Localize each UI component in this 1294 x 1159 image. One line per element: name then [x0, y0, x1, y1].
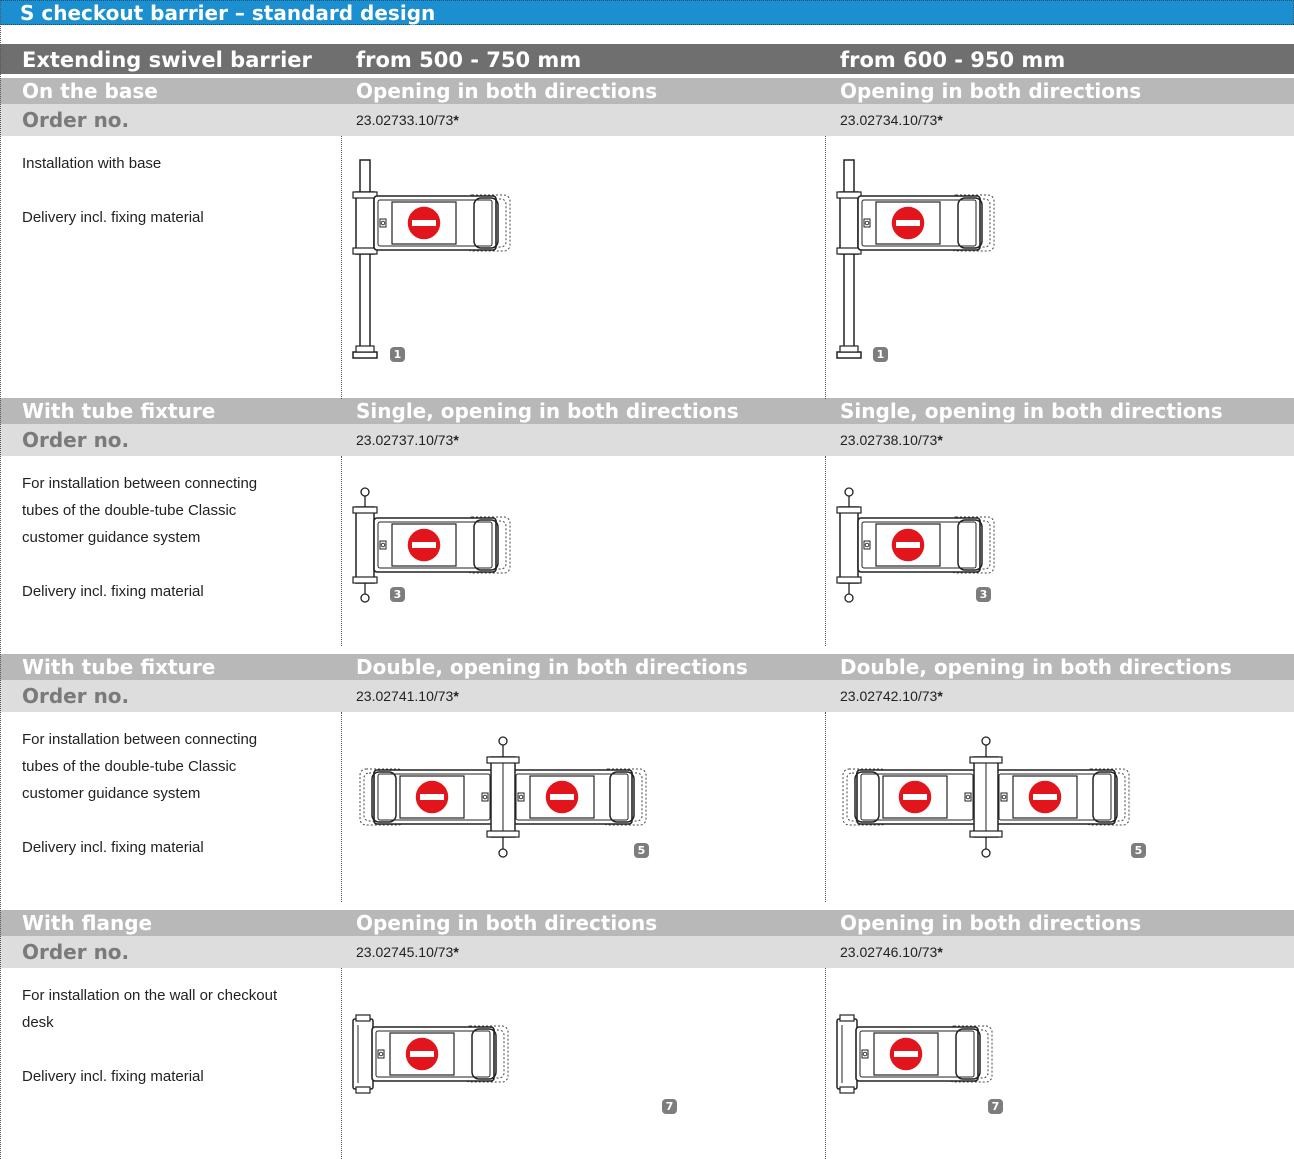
description-line: For installation between connecting	[22, 475, 258, 492]
description-line: Delivery incl. fixing material	[22, 209, 204, 226]
description-line: Delivery incl. fixing material	[22, 1068, 204, 1085]
description-line: For installation on the wall or checkout	[22, 987, 278, 1004]
left-border-line	[0, 0, 1, 1159]
opening-col2-label: Opening in both directions	[356, 911, 658, 935]
order-number-col3: 23.02734.10/73*	[840, 104, 943, 136]
description-line: For installation between connecting	[22, 731, 258, 748]
table-title: S checkout barrier – standard design	[20, 1, 436, 25]
header-col1: Extending swivel barrier	[22, 48, 312, 72]
opening-col3-label: Double, opening in both directions	[840, 655, 1232, 679]
order-no-label: Order no.	[22, 940, 130, 964]
order-number-col2: 23.02737.10/73*	[356, 424, 459, 456]
barrier-on-base-drawing	[352, 159, 511, 359]
section-description: For installation on the wall or checkout…	[22, 982, 322, 1090]
description-line: tubes of the double-tube Classic	[22, 758, 237, 775]
column-divider	[341, 968, 342, 1159]
description-line: desk	[22, 1014, 54, 1031]
order-band: Order no. 23.02745.10/73* 23.02746.10/73*	[0, 936, 1294, 968]
order-number-text: 23.02738.10/73	[840, 432, 938, 448]
description-line	[22, 177, 322, 204]
description-line: customer guidance system	[22, 785, 201, 802]
column-divider	[341, 136, 342, 399]
order-number-asterisk: *	[937, 112, 943, 128]
column-divider	[825, 712, 826, 902]
description-line	[22, 1036, 322, 1063]
barrier-double-tube-fixture-drawing	[842, 736, 1130, 858]
column-header-band: Extending swivel barrier from 500 - 750 …	[0, 44, 1294, 74]
column-divider	[825, 968, 826, 1159]
order-band: Order no. 23.02741.10/73* 23.02742.10/73*	[0, 680, 1294, 712]
barrier-flange-drawing	[836, 1014, 993, 1094]
figure-number-badge: 7	[662, 1099, 677, 1114]
description-line: Installation with base	[22, 155, 162, 172]
order-number-text: 23.02733.10/73	[356, 112, 454, 128]
section-description: For installation between connecting tubes…	[22, 470, 322, 605]
order-number-asterisk: *	[453, 688, 459, 704]
column-divider	[825, 456, 826, 646]
opening-col3-label: Single, opening in both directions	[840, 399, 1223, 423]
section-band: With tube fixture Single, opening in both…	[0, 398, 1294, 424]
mount-type-label: On the base	[22, 79, 158, 103]
order-number-asterisk: *	[453, 112, 459, 128]
order-number-asterisk: *	[453, 432, 459, 448]
order-band: Order no. 23.02733.10/73* 23.02734.10/73*	[0, 104, 1294, 136]
column-divider	[825, 136, 826, 399]
barrier-single-tube-fixture-drawing	[836, 487, 995, 603]
opening-col2-label: Single, opening in both directions	[356, 399, 739, 423]
section-band: With flange Opening in both directions Ope…	[0, 910, 1294, 936]
order-number-col3: 23.02738.10/73*	[840, 424, 943, 456]
order-number-text: 23.02746.10/73	[840, 944, 938, 960]
section-band: With tube fixture Double, opening in both…	[0, 654, 1294, 680]
barrier-flange-drawing	[352, 1014, 509, 1094]
order-no-label: Order no.	[22, 684, 130, 708]
opening-col2-label: Double, opening in both directions	[356, 655, 748, 679]
column-divider	[341, 712, 342, 902]
description-line: Delivery incl. fixing material	[22, 839, 204, 856]
barrier-single-tube-fixture-drawing	[352, 487, 511, 603]
header-col3: from 600 - 950 mm	[840, 48, 1066, 72]
order-number-col3: 23.02746.10/73*	[840, 936, 943, 968]
description-line	[22, 551, 322, 578]
header-col2: from 500 - 750 mm	[356, 48, 582, 72]
order-number-col2: 23.02733.10/73*	[356, 104, 459, 136]
barrier-on-base-drawing	[836, 159, 995, 359]
order-number-col3: 23.02742.10/73*	[840, 680, 943, 712]
mount-type-label: With tube fixture	[22, 655, 216, 679]
order-number-col2: 23.02741.10/73*	[356, 680, 459, 712]
section-band: On the base Opening in both directions Ope…	[0, 78, 1294, 104]
description-line: tubes of the double-tube Classic	[22, 502, 237, 519]
order-number-text: 23.02734.10/73	[840, 112, 938, 128]
order-number-asterisk: *	[453, 944, 459, 960]
opening-col3-label: Opening in both directions	[840, 911, 1142, 935]
section-description: For installation between connecting tubes…	[22, 726, 322, 861]
order-number-text: 23.02745.10/73	[356, 944, 454, 960]
order-number-asterisk: *	[937, 432, 943, 448]
order-no-label: Order no.	[22, 428, 130, 452]
description-line	[22, 807, 322, 834]
product-table-page: S checkout barrier – standard design Ext…	[0, 0, 1294, 1159]
opening-col2-label: Opening in both directions	[356, 79, 658, 103]
order-number-text: 23.02737.10/73	[356, 432, 454, 448]
table-title-band: S checkout barrier – standard design	[0, 0, 1294, 25]
column-divider	[341, 456, 342, 646]
order-number-asterisk: *	[937, 944, 943, 960]
barrier-double-tube-fixture-drawing	[359, 736, 647, 858]
section-description: Installation with base Delivery incl. fi…	[22, 150, 322, 231]
mount-type-label: With flange	[22, 911, 153, 935]
order-band: Order no. 23.02737.10/73* 23.02738.10/73*	[0, 424, 1294, 456]
order-number-text: 23.02742.10/73	[840, 688, 938, 704]
description-line: customer guidance system	[22, 529, 201, 546]
order-number-col2: 23.02745.10/73*	[356, 936, 459, 968]
description-line: Delivery incl. fixing material	[22, 583, 204, 600]
order-number-asterisk: *	[937, 688, 943, 704]
order-no-label: Order no.	[22, 108, 130, 132]
figure-number-badge: 7	[988, 1099, 1003, 1114]
opening-col3-label: Opening in both directions	[840, 79, 1142, 103]
mount-type-label: With tube fixture	[22, 399, 216, 423]
order-number-text: 23.02741.10/73	[356, 688, 454, 704]
